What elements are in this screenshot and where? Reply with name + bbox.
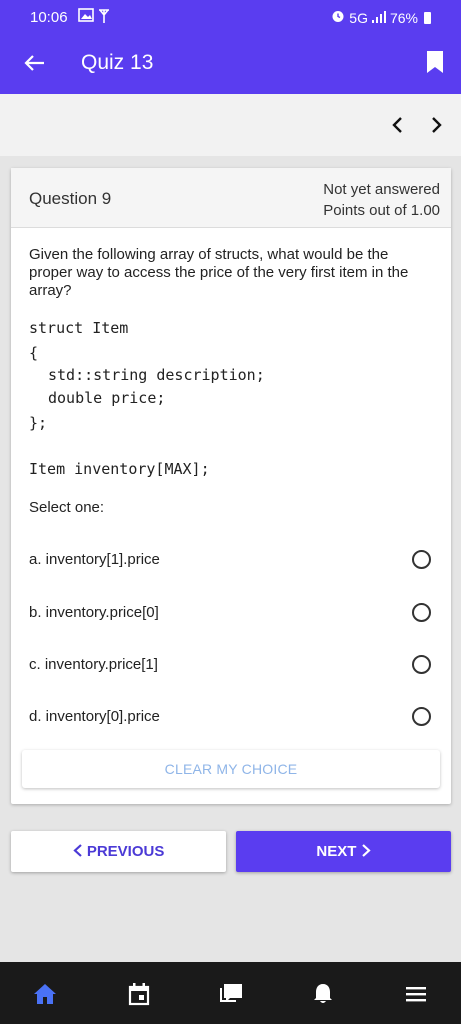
question-status: Not yet answered Points out of 1.00 xyxy=(323,179,440,221)
menu-icon[interactable] xyxy=(404,982,428,1006)
next-button[interactable]: NEXT xyxy=(236,831,451,872)
status-bar: 10:06 5G 76% xyxy=(0,0,461,32)
previous-button[interactable]: PREVIOUS xyxy=(11,831,226,872)
clear-choice-button[interactable]: CLEAR MY CHOICE xyxy=(22,750,440,788)
image-icon xyxy=(78,8,94,26)
answer-option-a[interactable]: a. inventory[1].price xyxy=(11,542,451,578)
arrow-left-icon[interactable] xyxy=(22,50,48,76)
battery-icon xyxy=(424,11,431,24)
bottom-navigation xyxy=(0,962,461,1024)
question-number: Question 9 xyxy=(29,189,112,208)
points-label: Points out of 1.00 xyxy=(323,202,440,219)
question-header: Question 9 Not yet answered Points out o… xyxy=(11,168,451,228)
home-icon[interactable] xyxy=(33,982,57,1006)
bookmark-icon[interactable] xyxy=(426,50,444,74)
signal-icon xyxy=(371,10,386,26)
answer-option-d[interactable]: d. inventory[0].price xyxy=(11,699,451,735)
page-title: Quiz 13 xyxy=(81,51,154,74)
calendar-icon[interactable] xyxy=(127,982,151,1006)
chevron-right-icon[interactable] xyxy=(425,114,447,136)
radio-button[interactable] xyxy=(412,603,431,622)
network-label: 5G xyxy=(349,9,368,26)
option-label: c. inventory.price[1] xyxy=(29,656,158,673)
antenna-icon xyxy=(98,8,110,28)
radio-button[interactable] xyxy=(412,550,431,569)
code-line: Item inventory[MAX]; xyxy=(29,460,210,478)
chevron-left-icon xyxy=(73,843,87,860)
question-card: Question 9 Not yet answered Points out o… xyxy=(11,168,451,804)
radio-button[interactable] xyxy=(412,707,431,726)
code-line: { xyxy=(29,344,39,362)
chevron-left-icon[interactable] xyxy=(387,114,409,136)
radio-button[interactable] xyxy=(412,655,431,674)
select-prompt: Select one: xyxy=(29,499,105,516)
alarm-icon xyxy=(331,9,345,26)
answer-option-b[interactable]: b. inventory.price[0] xyxy=(11,595,451,631)
status-right: 5G 76% xyxy=(331,9,431,26)
question-nav xyxy=(0,94,461,156)
messages-icon[interactable] xyxy=(219,982,243,1006)
next-label: NEXT xyxy=(316,843,357,860)
chevron-right-icon xyxy=(361,843,371,860)
battery-label: 76% xyxy=(389,9,418,26)
code-line: }; xyxy=(29,414,48,432)
option-label: d. inventory[0].price xyxy=(29,708,160,725)
code-line: struct Item xyxy=(29,319,129,337)
question-text: Given the following array of structs, wh… xyxy=(29,246,409,299)
previous-label: PREVIOUS xyxy=(86,843,165,860)
code-line: std::string description; xyxy=(48,366,265,384)
status-time: 10:06 xyxy=(30,9,68,26)
code-line: double price; xyxy=(48,389,166,407)
answer-option-c[interactable]: c. inventory.price[1] xyxy=(11,647,451,683)
notifications-icon[interactable] xyxy=(311,982,335,1006)
option-label: a. inventory[1].price xyxy=(29,551,160,568)
option-label: b. inventory.price[0] xyxy=(29,604,159,621)
answer-status: Not yet answered xyxy=(323,181,440,198)
app-bar: Quiz 13 xyxy=(0,32,461,94)
